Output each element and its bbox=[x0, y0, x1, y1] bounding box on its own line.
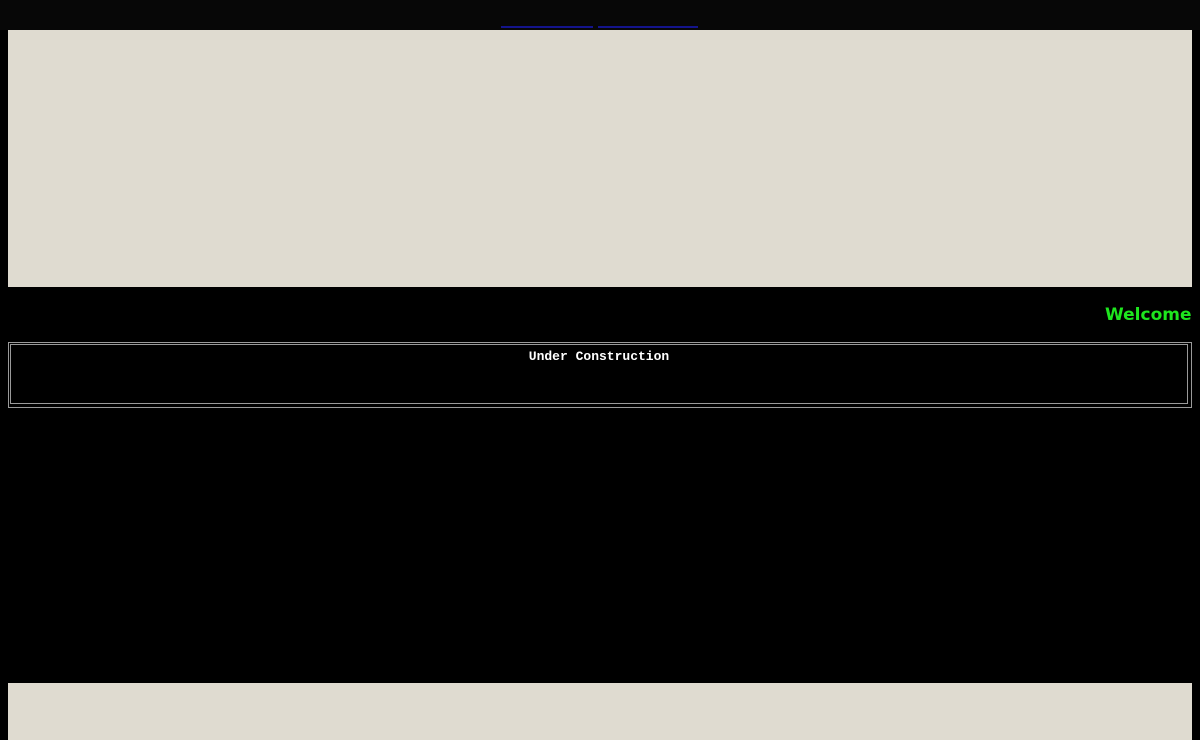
top-nav-strip bbox=[0, 0, 1200, 30]
notice-table: Under Construction bbox=[8, 342, 1192, 408]
welcome-marquee: Welcome t bbox=[8, 300, 1192, 330]
notice-cell: Under Construction bbox=[10, 344, 1188, 404]
under-construction-text: Under Construction bbox=[528, 349, 670, 364]
nav-link-1[interactable] bbox=[501, 26, 593, 28]
footer-banner-image bbox=[8, 683, 1192, 740]
nav-link-2[interactable] bbox=[598, 26, 698, 28]
header-banner-image bbox=[8, 30, 1192, 287]
welcome-text: Welcome t bbox=[1105, 305, 1192, 325]
